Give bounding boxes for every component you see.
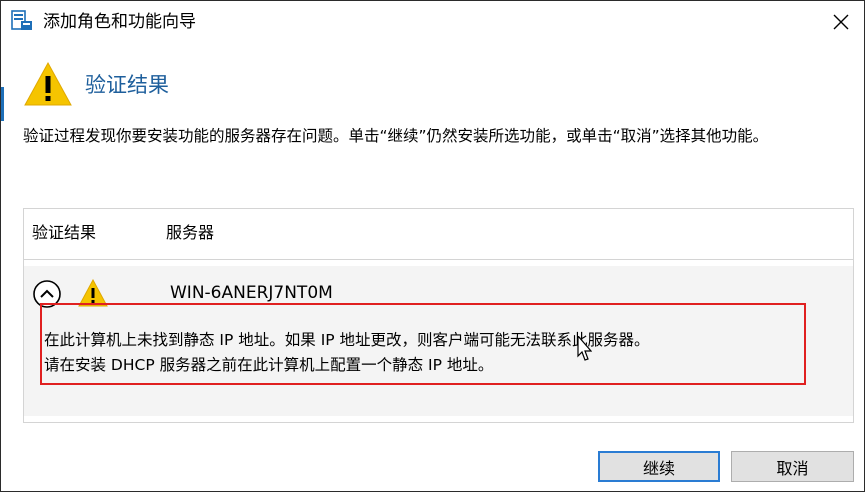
warning-icon xyxy=(23,61,73,107)
close-icon xyxy=(833,14,849,30)
window-accent-edge xyxy=(1,87,4,121)
validation-description: 验证过程发现你要安装功能的服务器存在问题。单击“继续”仍然安装所选功能，或单击“… xyxy=(23,127,769,145)
table-header: 验证结果 服务器 xyxy=(24,209,853,260)
column-header-server[interactable]: 服务器 xyxy=(166,222,214,244)
dialog-window: 添加角色和功能向导 验证结果 验证过程发现你要安装功能的服务器存在问题。单击“继… xyxy=(0,0,865,492)
close-button[interactable] xyxy=(818,1,864,43)
continue-button[interactable]: 继续 xyxy=(598,451,720,482)
highlight-annotation xyxy=(40,303,806,385)
title-bar: 添加角色和功能向导 xyxy=(1,1,864,43)
server-name: WIN-6ANERJ7NT0M xyxy=(170,283,333,303)
text-cursor-icon xyxy=(576,334,593,362)
page-heading: 验证结果 xyxy=(85,73,169,97)
cancel-button[interactable]: 取消 xyxy=(731,451,854,482)
window-title: 添加角色和功能向导 xyxy=(43,12,196,32)
column-header-result[interactable]: 验证结果 xyxy=(32,222,96,244)
server-manager-icon xyxy=(10,9,34,33)
